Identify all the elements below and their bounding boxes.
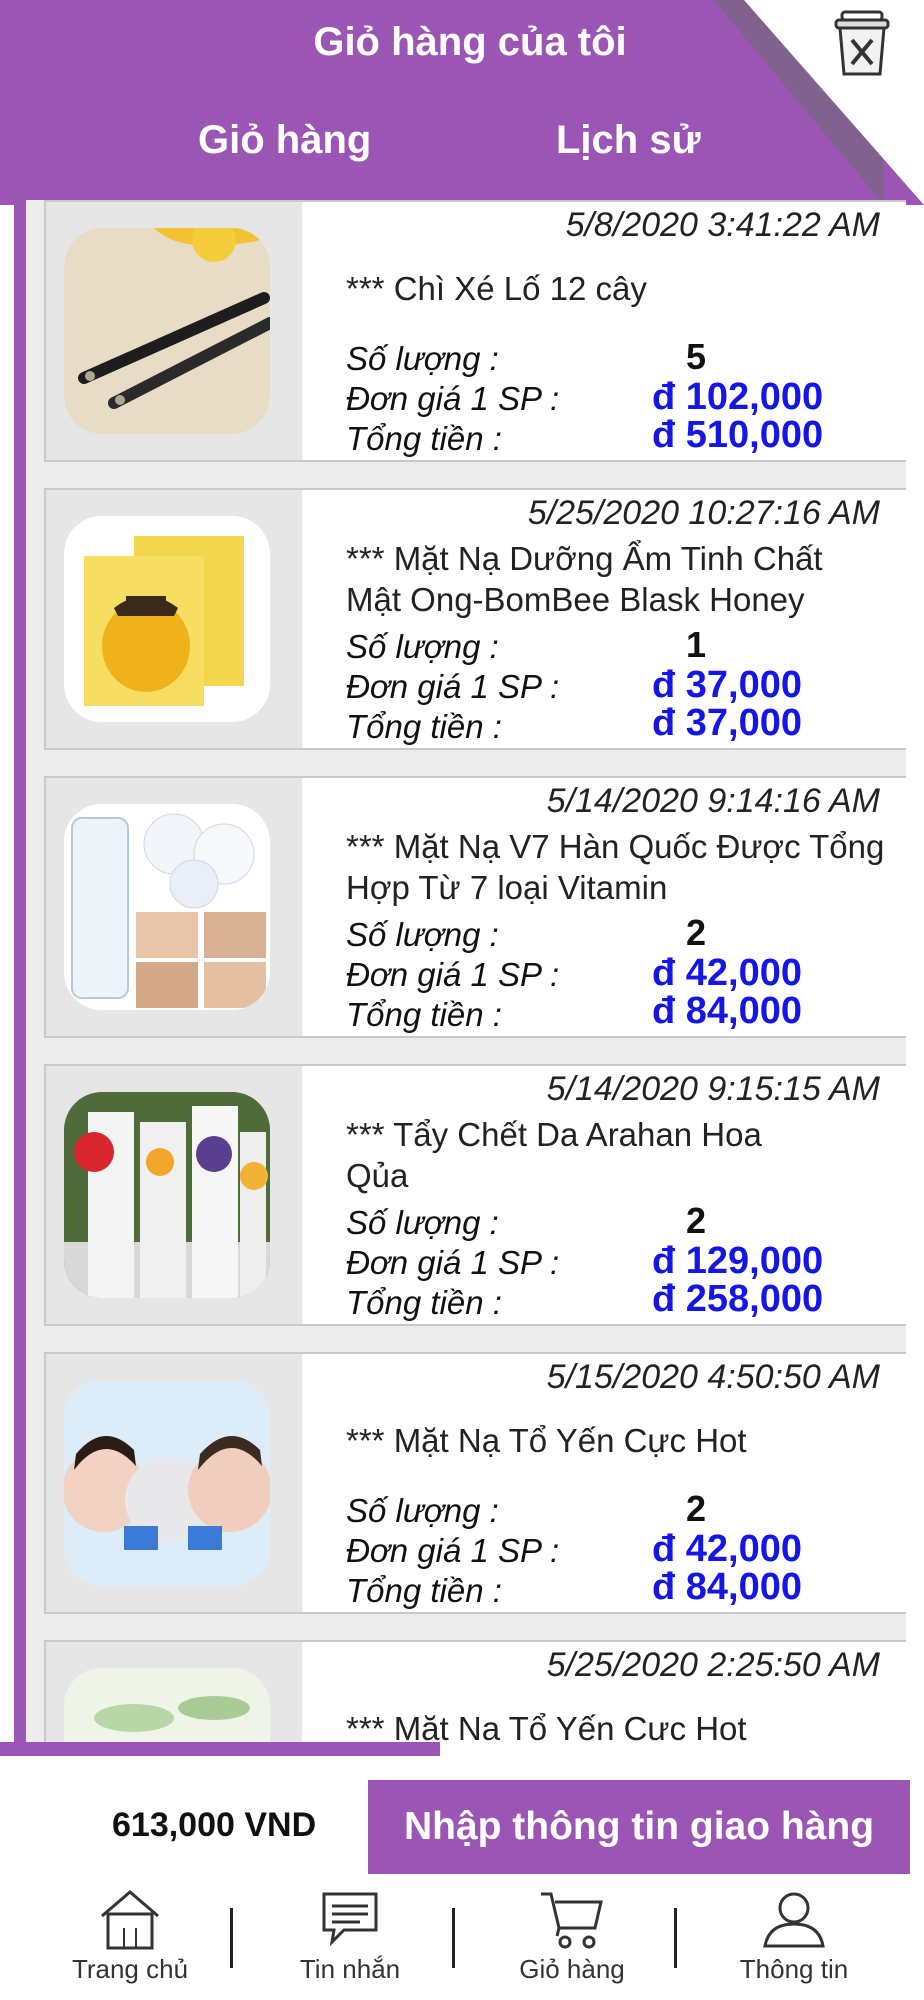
unit-price-label: Đơn giá 1 SP : [346, 668, 560, 705]
total-value: đ 510,000 [652, 414, 824, 456]
unit-price-label: Đơn giá 1 SP : [346, 956, 560, 993]
order-date: 5/8/2020 3:41:22 AM [565, 206, 880, 244]
bottom-nav: Trang chủ Tin nhắn Giỏ hàng Thông tin [0, 1878, 924, 2000]
product-image-pencils [64, 228, 270, 434]
product-image-honey-mask [64, 516, 270, 722]
list-item[interactable]: 5/14/2020 9:15:15 AM *** Tẩy Chết Da Ara… [44, 1064, 906, 1326]
product-image-cotton-pads [64, 804, 270, 1010]
checkout-bar: 613,000 VND Nhập thông tin giao hàng [0, 1742, 924, 1874]
product-name: *** Mặt Nạ V7 Hàn Quốc Được Tổng Hợp Từ … [346, 828, 885, 906]
home-icon [101, 1890, 159, 1950]
total-value: đ 37,000 [652, 702, 802, 744]
order-date: 5/25/2020 2:25:50 AM [546, 1646, 880, 1684]
order-date: 5/15/2020 4:50:50 AM [546, 1358, 880, 1396]
nav-divider [230, 1908, 233, 1968]
unit-price-value: đ 102,000 [652, 376, 824, 418]
unit-price-value: đ 37,000 [652, 664, 802, 706]
quantity-value: 5 [686, 336, 707, 377]
list-item[interactable]: 5/14/2020 9:14:16 AM *** Mặt Nạ V7 Hàn Q… [44, 776, 906, 1038]
quantity-label: Số lượng : [346, 340, 499, 377]
unit-price-value: đ 129,000 [652, 1240, 824, 1282]
message-icon [322, 1892, 378, 1947]
total-label: Tổng tiền : [346, 708, 502, 745]
list-item[interactable]: 5/8/2020 3:41:22 AM *** Chì Xé Lố 12 cây… [44, 200, 906, 462]
total-value: đ 258,000 [652, 1278, 824, 1320]
total-label: Tổng tiền : [346, 1284, 502, 1321]
cart-icon [541, 1892, 603, 1949]
thumbnail-column [46, 202, 302, 460]
thumbnail-column [46, 1354, 302, 1612]
product-name: *** Chì Xé Lố 12 cây [346, 270, 647, 307]
product-image-peeling-gel [64, 1092, 270, 1298]
product-name: *** Mặt Nạ Dưỡng Ẩm Tinh Chất Mật Ong-Bo… [346, 540, 823, 618]
unit-price-value: đ 42,000 [652, 1528, 802, 1570]
product-image-bird-nest-mask [64, 1380, 270, 1586]
tab-cart[interactable]: Giỏ hàng [198, 118, 371, 163]
order-date: 5/14/2020 9:14:16 AM [546, 782, 880, 820]
list-item[interactable]: 5/25/2020 10:27:16 AM *** Mặt Nạ Dưỡng Ẩ… [44, 488, 906, 750]
quantity-label: Số lượng : [346, 1204, 499, 1241]
thumbnail-column [46, 778, 302, 1036]
app-header: Giỏ hàng của tôi Giỏ hàng Lịch sử [0, 0, 924, 205]
product-name: *** Mặt Nạ Tổ Yến Cực Hot [346, 1422, 747, 1459]
cart-total: 613,000 VND [112, 1806, 317, 1844]
list-item[interactable]: 5/15/2020 4:50:50 AM *** Mặt Nạ Tổ Yến C… [44, 1352, 906, 1614]
quantity-label: Số lượng : [346, 628, 499, 665]
thumbnail-column [46, 1066, 302, 1324]
product-name: *** Mặt Nạ Tổ Yến Cực Hot [346, 1710, 747, 1742]
quantity-label: Số lượng : [346, 1492, 499, 1529]
enter-shipping-info-button[interactable]: Nhập thông tin giao hàng [368, 1780, 910, 1874]
order-date: 5/14/2020 9:15:15 AM [546, 1070, 880, 1108]
nav-item-messages[interactable]: Tin nhắn [250, 1888, 450, 2000]
quantity-value: 1 [686, 624, 707, 665]
nav-item-cart[interactable]: Giỏ hàng [472, 1888, 672, 2000]
nav-label: Trang chủ [71, 1954, 189, 1984]
total-label: Tổng tiền : [346, 996, 502, 1033]
product-name: *** Tẩy Chết Da Arahan Hoa Qủa [346, 1116, 762, 1194]
quantity-value: 2 [686, 1488, 707, 1529]
unit-price-label: Đơn giá 1 SP : [346, 1244, 560, 1281]
nav-divider [452, 1908, 455, 1968]
total-value: đ 84,000 [652, 1566, 802, 1608]
tab-history[interactable]: Lịch sử [556, 118, 701, 163]
total-value: đ 84,000 [652, 990, 802, 1032]
total-label: Tổng tiền : [346, 1572, 502, 1609]
total-label: Tổng tiền : [346, 420, 502, 457]
quantity-value: 2 [686, 912, 707, 953]
product-image-mask-package [64, 1668, 270, 1742]
nav-label: Giỏ hàng [519, 1954, 625, 1984]
nav-label: Thông tin [739, 1954, 849, 1984]
delete-cart-icon[interactable] [828, 8, 896, 78]
user-icon [763, 1892, 825, 1948]
cart-history-list[interactable]: 5/8/2020 3:41:22 AM *** Chì Xé Lố 12 cây… [14, 200, 906, 1742]
list-item[interactable]: 5/25/2020 2:25:50 AM *** Mặt Nạ Tổ Yến C… [44, 1640, 906, 1742]
page-title: Giỏ hàng của tôi [313, 20, 627, 64]
order-date: 5/25/2020 10:27:16 AM [527, 494, 880, 532]
nav-divider [674, 1908, 677, 1968]
quantity-value: 2 [686, 1200, 707, 1241]
thumbnail-column [46, 1642, 302, 1742]
unit-price-label: Đơn giá 1 SP : [346, 1532, 560, 1569]
accent-stripe [0, 1742, 440, 1756]
nav-item-profile[interactable]: Thông tin [694, 1888, 894, 2000]
nav-label: Tin nhắn [299, 1954, 401, 1984]
unit-price-label: Đơn giá 1 SP : [346, 380, 560, 417]
quantity-label: Số lượng : [346, 916, 499, 953]
nav-item-home[interactable]: Trang chủ [30, 1888, 230, 2000]
thumbnail-column [46, 490, 302, 748]
unit-price-value: đ 42,000 [652, 952, 802, 994]
